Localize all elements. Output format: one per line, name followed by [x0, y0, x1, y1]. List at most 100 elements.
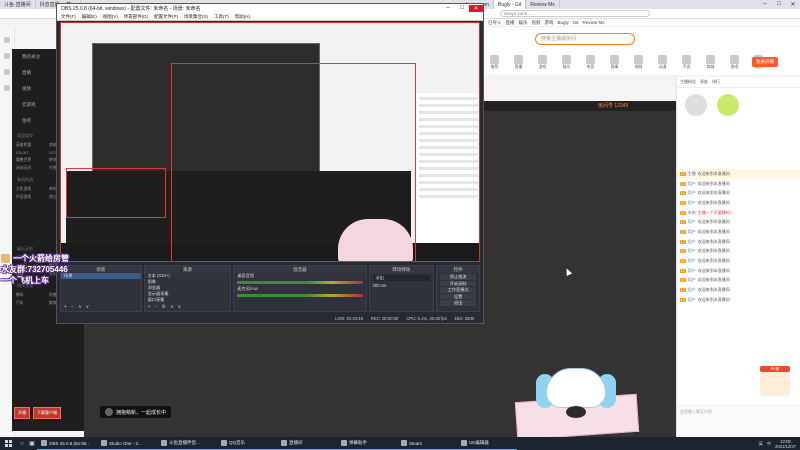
chat-username[interactable]: 用户 — [688, 239, 696, 245]
add-icon[interactable]: + — [148, 304, 151, 310]
anchor-hint[interactable]: 拥抱萌新，一起成长中 — [100, 406, 172, 418]
source-selection-box[interactable] — [66, 168, 166, 218]
add-icon[interactable]: + — [64, 304, 67, 310]
chat-username[interactable]: 系统 — [688, 210, 696, 216]
volume-meter[interactable] — [237, 281, 363, 284]
down-icon[interactable]: ∨ — [178, 304, 182, 310]
nav-item[interactable]: 直播 — [508, 55, 529, 75]
category-link[interactable]: 魔兽世界 — [16, 158, 47, 163]
minimize-icon[interactable]: – — [758, 1, 772, 8]
taskbar-app[interactable]: 斗鱼直播伴侣... — [157, 437, 217, 450]
start-recording-button[interactable]: 开始录制 — [440, 280, 477, 286]
menu-item[interactable]: 场景集合(S) — [184, 14, 208, 20]
taskbar-app[interactable]: Studio One - 3... — [97, 437, 157, 450]
bookmark-item[interactable]: Git — [573, 20, 579, 25]
maximize-icon[interactable]: □ — [772, 1, 786, 8]
chat-username[interactable]: 用户 — [688, 248, 696, 254]
gear-icon[interactable]: ⚙ — [161, 304, 165, 310]
menu-item[interactable]: 工具(T) — [214, 14, 229, 20]
chat-username[interactable]: 用户 — [688, 277, 696, 283]
minimize-icon[interactable]: – — [441, 5, 455, 12]
start-live-button[interactable]: 开播 — [14, 407, 30, 419]
nav-item[interactable]: 动漫 — [652, 55, 673, 75]
volume-meter[interactable] — [237, 294, 363, 297]
nav-item[interactable]: 娱乐 — [556, 55, 577, 75]
chat-tab[interactable]: 排行 — [712, 79, 720, 85]
nav-item[interactable]: 手游 — [676, 55, 697, 75]
browser-tab[interactable]: Bugly - Git — [493, 0, 527, 9]
up-icon[interactable]: ∧ — [170, 304, 174, 310]
chat-username[interactable]: 用户 — [688, 229, 696, 235]
menu-item[interactable]: 文件(F) — [61, 14, 76, 20]
site-search-input[interactable]: 搜索主播或房间 — [535, 33, 635, 45]
chat-username[interactable]: 用户 — [688, 200, 696, 206]
chat-username[interactable]: 用户 — [688, 268, 696, 274]
browser-tab[interactable]: Review Ms — [526, 0, 560, 9]
studio-mode-button[interactable]: 工作室模式 — [440, 287, 477, 293]
maximize-icon[interactable]: □ — [455, 5, 469, 12]
category-link[interactable]: 数码 — [16, 293, 47, 298]
bookmark-item[interactable]: 视频 — [532, 20, 541, 26]
bookmark-item[interactable]: Review Ms — [583, 20, 605, 25]
close-icon[interactable]: ✕ — [786, 1, 800, 8]
chat-tab[interactable]: 主播粉丝 — [680, 79, 696, 85]
category-link[interactable]: 怀旧游戏 — [16, 195, 47, 200]
avatar[interactable] — [717, 94, 739, 116]
search-icon[interactable]: ○ — [17, 439, 27, 449]
category-link[interactable]: 英雄联盟 — [16, 143, 47, 148]
menu-item[interactable]: 配置文件(P) — [154, 14, 178, 20]
remove-icon[interactable]: − — [155, 304, 158, 310]
rail-icon[interactable] — [4, 69, 10, 75]
source-item[interactable]: 窗口采集 — [145, 297, 231, 303]
taskbar-app[interactable]: 弹幕助手 — [337, 437, 397, 450]
bookmark-item[interactable]: 游戏 — [545, 20, 554, 26]
transition-duration[interactable]: 300 ms — [370, 283, 434, 289]
download-client-button[interactable]: 下载客户端 — [33, 407, 61, 419]
category-link[interactable]: CS:GO — [16, 151, 47, 155]
bookmark-item[interactable]: 已导入 — [488, 20, 502, 26]
nav-item[interactable]: 商城 — [700, 55, 721, 75]
taskbar-app[interactable]: UE编辑器 — [457, 437, 517, 450]
rail-icon[interactable] — [4, 37, 10, 43]
task-view-icon[interactable]: ▣ — [27, 439, 37, 449]
chat-username[interactable]: 用户 — [688, 258, 696, 264]
settings-button[interactable]: 设置 — [440, 293, 477, 299]
chat-input[interactable]: 这里输入聊天内容 — [677, 406, 800, 418]
category-link[interactable]: 主机游戏 — [16, 187, 47, 192]
menu-item[interactable]: 编辑(E) — [82, 14, 97, 20]
nav-item[interactable]: 推荐 — [484, 55, 505, 75]
ime-indicator[interactable]: 英 — [759, 441, 763, 447]
chat-username[interactable]: 用户 — [688, 219, 696, 225]
chat-username[interactable]: 用户 — [688, 297, 696, 303]
chat-username[interactable]: 主播 — [688, 171, 696, 177]
bookmark-item[interactable]: 娱乐 — [519, 20, 528, 26]
ime-indicator[interactable]: 中 — [767, 441, 771, 447]
category-link[interactable]: 汽车 — [16, 301, 47, 306]
clock[interactable]: 12:08 2021/12/27 — [775, 439, 796, 449]
down-icon[interactable]: ∨ — [86, 304, 90, 310]
category-link[interactable]: 永劫无间 — [16, 166, 47, 171]
up-icon[interactable]: ∧ — [78, 304, 82, 310]
chat-username[interactable]: 用户 — [688, 190, 696, 196]
windows-start-icon[interactable] — [3, 438, 14, 449]
obs-preview-canvas[interactable] — [60, 22, 480, 262]
address-bar[interactable]: douyu.com/... — [500, 10, 650, 17]
menu-item[interactable]: 停靠部件(D) — [124, 14, 148, 20]
chat-tab[interactable]: 贵族 — [700, 79, 708, 85]
bookmark-item[interactable]: 直播 — [506, 20, 515, 26]
nav-item[interactable]: 鱼吧 — [724, 55, 745, 75]
chat-username[interactable]: 用户 — [688, 287, 696, 293]
open-live-button[interactable]: 我要开播 — [752, 57, 778, 67]
transition-select[interactable]: 淡出 — [372, 275, 431, 281]
avatar[interactable] — [685, 94, 707, 116]
browser-tab[interactable]: 斗鱼-直播间 — [0, 0, 36, 9]
taskbar-app[interactable]: OBS 25.0.8 (64-bit... — [37, 437, 97, 450]
chat-username[interactable]: 用户 — [688, 181, 696, 187]
rail-icon[interactable] — [4, 85, 10, 91]
taskbar-app[interactable]: Steam — [397, 437, 457, 450]
close-icon[interactable]: ✕ — [469, 5, 483, 12]
rail-icon[interactable] — [4, 53, 10, 59]
nav-item[interactable]: 视频 — [628, 55, 649, 75]
taskbar-app[interactable]: 直播间 — [277, 437, 337, 450]
mascot-badge-image[interactable]: PK赛 — [760, 366, 790, 396]
